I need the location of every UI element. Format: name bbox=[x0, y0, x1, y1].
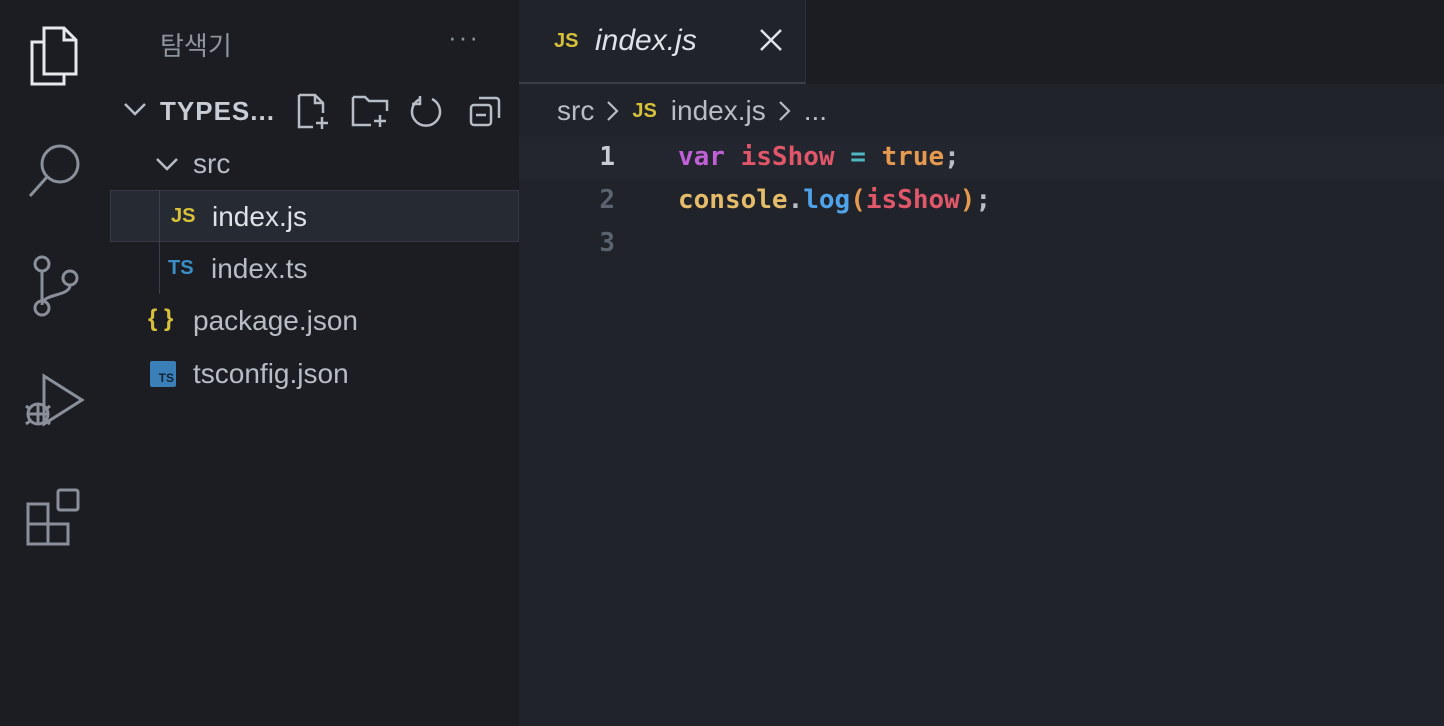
breadcrumb-folder[interactable]: src bbox=[557, 95, 594, 127]
tree-file-package-json[interactable]: { } package.json bbox=[110, 295, 519, 347]
tree-item-label: package.json bbox=[193, 305, 359, 336]
activity-bar bbox=[0, 0, 110, 726]
js-file-icon: JS bbox=[171, 205, 196, 227]
paren-close: ) bbox=[959, 185, 976, 215]
sidebar-title: 탐색기 bbox=[160, 32, 232, 62]
new-folder-icon[interactable] bbox=[351, 92, 389, 130]
tree-folder-src[interactable]: src bbox=[110, 138, 519, 190]
close-icon[interactable] bbox=[757, 26, 785, 59]
tab-label: index.js bbox=[595, 24, 697, 57]
tree-file-tsconfig-json[interactable]: TS tsconfig.json bbox=[110, 348, 519, 400]
more-actions-button[interactable]: ··· bbox=[448, 22, 480, 53]
run-debug-icon[interactable] bbox=[22, 370, 86, 434]
tsconfig-file-icon: TS bbox=[150, 361, 176, 387]
paren-open: ( bbox=[850, 185, 866, 215]
breadcrumb-file[interactable]: index.js bbox=[671, 95, 766, 127]
new-file-icon[interactable] bbox=[294, 92, 332, 130]
extensions-icon[interactable] bbox=[22, 484, 86, 548]
collapse-all-icon[interactable] bbox=[466, 92, 504, 130]
project-name: TYPES... bbox=[160, 96, 275, 126]
variable: isShow bbox=[740, 142, 835, 172]
chevron-down-icon bbox=[122, 96, 148, 127]
code-editor[interactable]: 1 var isShow = true; 2 console.log(isSho… bbox=[519, 137, 1444, 266]
explorer-sidebar: 탐색기 ··· TYPES... src JS index.js TS inde… bbox=[110, 0, 519, 726]
chevron-down-icon bbox=[154, 152, 180, 181]
line-number: 1 bbox=[599, 142, 615, 172]
line-content: console.log(isShow); bbox=[678, 185, 991, 215]
source-control-icon[interactable] bbox=[22, 254, 86, 318]
object: console bbox=[678, 185, 788, 215]
js-file-icon: JS bbox=[632, 99, 657, 122]
js-file-icon: JS bbox=[554, 30, 579, 52]
indent-guide bbox=[159, 190, 160, 294]
breadcrumb-symbols[interactable]: ... bbox=[804, 95, 827, 127]
line-number: 2 bbox=[599, 185, 615, 215]
tab-index-js[interactable]: JS index.js bbox=[519, 0, 806, 84]
keyword: var bbox=[678, 142, 725, 172]
tree-item-label: index.js bbox=[212, 201, 307, 232]
chevron-right-icon bbox=[606, 99, 620, 123]
refresh-icon[interactable] bbox=[408, 92, 446, 130]
tree-item-label: tsconfig.json bbox=[193, 358, 349, 389]
function: log bbox=[803, 185, 851, 215]
project-header[interactable]: TYPES... bbox=[110, 86, 519, 136]
tree-file-index-js[interactable]: JS index.js bbox=[110, 190, 519, 242]
argument: isShow bbox=[865, 185, 960, 215]
tree-item-label: src bbox=[193, 148, 231, 179]
operator: = bbox=[850, 142, 866, 172]
semicolon: ; bbox=[944, 142, 960, 172]
code-line: 2 console.log(isShow); bbox=[519, 180, 1444, 223]
semicolon: ; bbox=[975, 185, 992, 215]
ts-file-icon: TS bbox=[168, 257, 194, 279]
editor-area: JS index.js src JS index.js ... 1 var is… bbox=[519, 0, 1444, 726]
breadcrumb: src JS index.js ... bbox=[557, 94, 827, 128]
tab-bar: JS index.js bbox=[519, 0, 1444, 84]
line-content: var isShow = true; bbox=[678, 142, 960, 172]
boolean: true bbox=[881, 142, 945, 172]
tree-file-index-ts[interactable]: TS index.ts bbox=[110, 243, 519, 295]
search-icon[interactable] bbox=[22, 138, 86, 202]
json-file-icon: { } bbox=[148, 305, 174, 332]
tree-item-label: index.ts bbox=[211, 253, 308, 284]
line-number: 3 bbox=[599, 228, 615, 258]
dot: . bbox=[787, 185, 804, 215]
chevron-right-icon bbox=[778, 99, 792, 123]
explorer-icon[interactable] bbox=[22, 24, 86, 88]
code-line: 1 var isShow = true; bbox=[519, 137, 1444, 180]
code-line: 3 bbox=[519, 223, 1444, 266]
